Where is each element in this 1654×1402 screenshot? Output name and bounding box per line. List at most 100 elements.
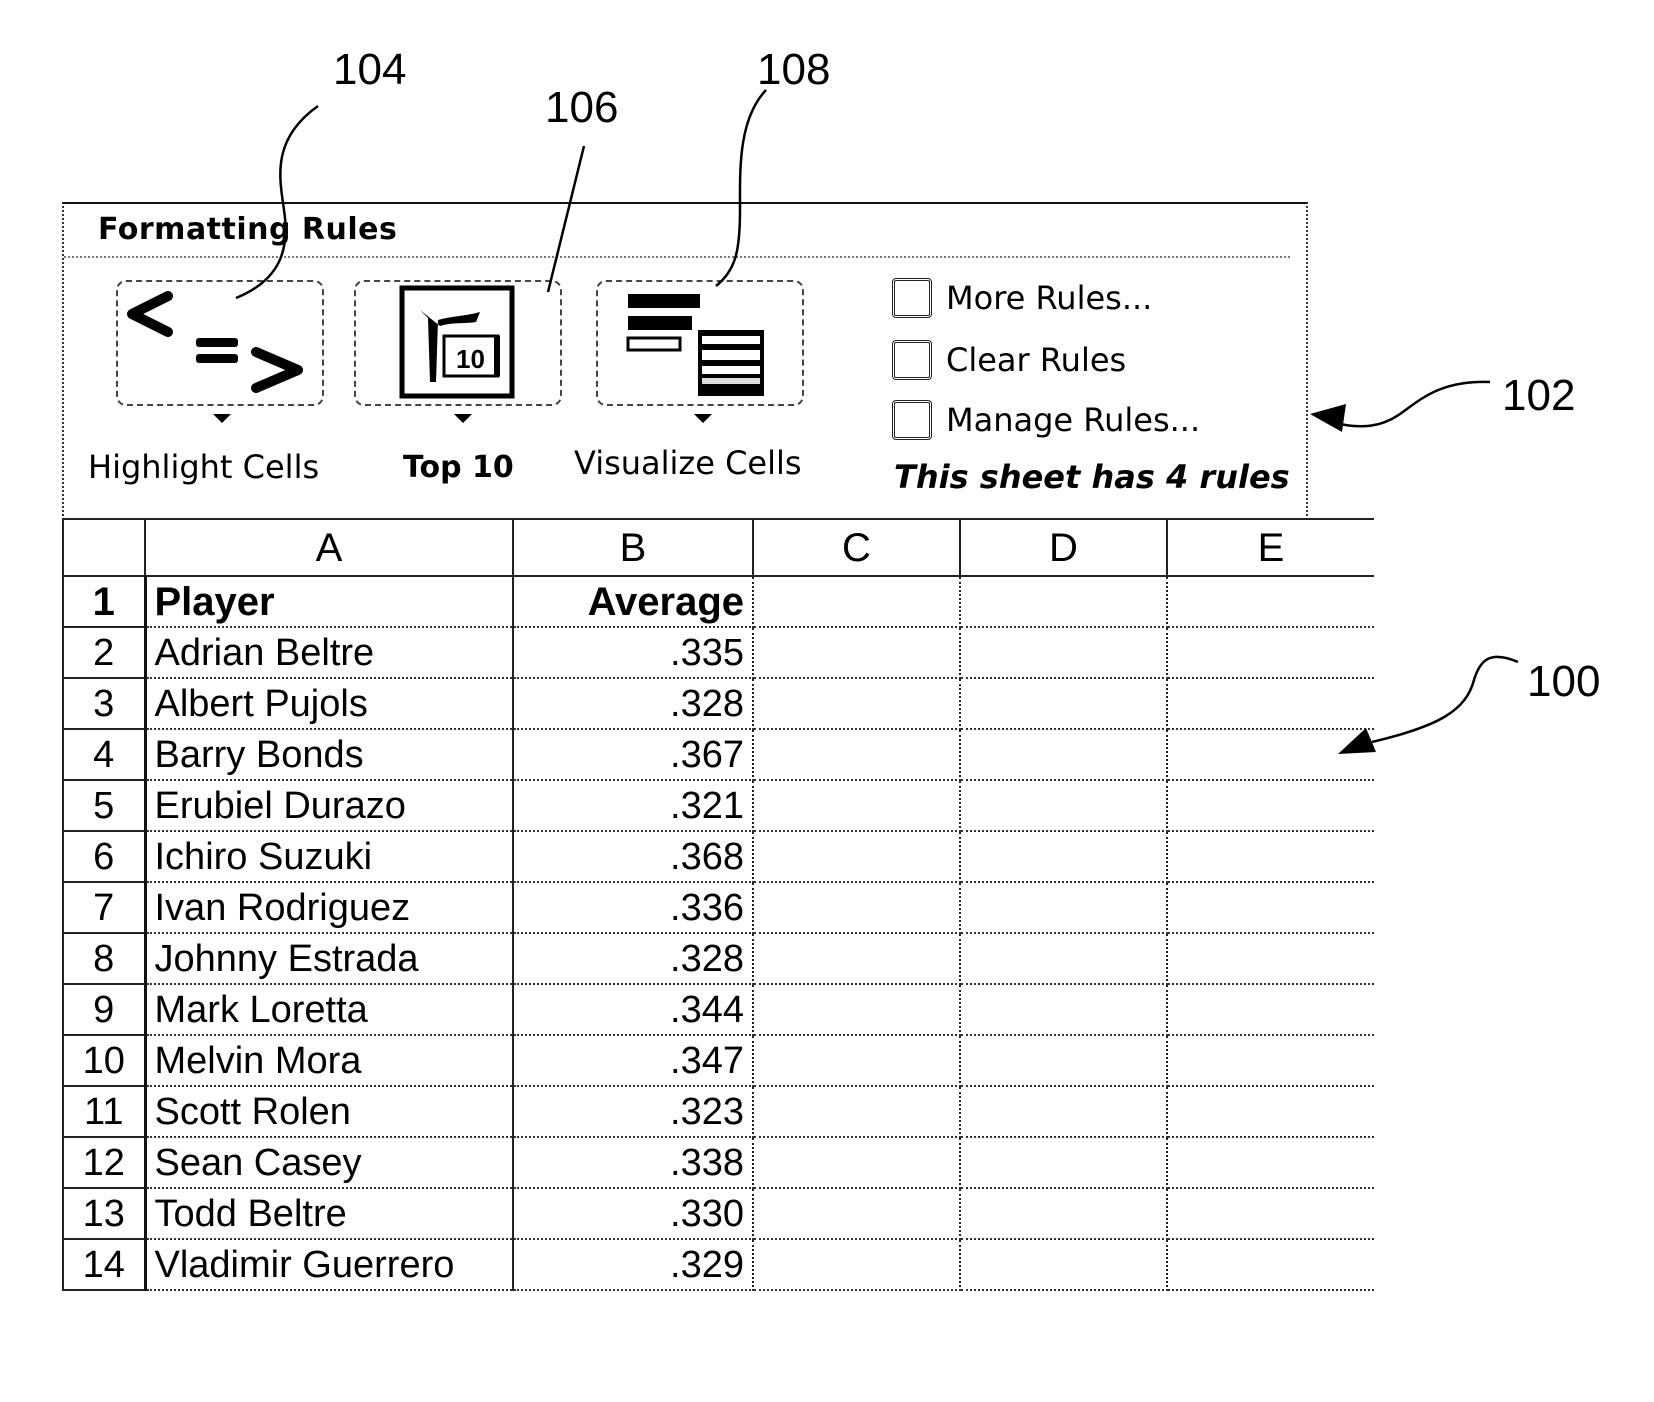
- cell-average[interactable]: .328: [512, 677, 754, 730]
- cell-c[interactable]: [752, 932, 961, 985]
- cell-e[interactable]: [1166, 728, 1374, 781]
- row-number[interactable]: 10: [62, 1034, 147, 1087]
- cell-e[interactable]: [1166, 1238, 1374, 1291]
- cell-average[interactable]: Average: [512, 575, 754, 628]
- cell-d[interactable]: [959, 1136, 1168, 1189]
- cell-e[interactable]: [1166, 677, 1374, 730]
- row-number[interactable]: 8: [62, 932, 147, 985]
- highlight-cells-dropdown-arrow[interactable]: [213, 414, 231, 423]
- cell-e[interactable]: [1166, 575, 1374, 628]
- cell-d[interactable]: [959, 1034, 1168, 1087]
- cell-average[interactable]: .323: [512, 1085, 754, 1138]
- row-number[interactable]: 7: [62, 881, 147, 934]
- cell-player[interactable]: Adrian Beltre: [144, 626, 514, 679]
- cell-e[interactable]: [1166, 779, 1374, 832]
- row-number[interactable]: 14: [62, 1238, 147, 1291]
- cell-d[interactable]: [959, 677, 1168, 730]
- cell-c[interactable]: [752, 983, 961, 1036]
- row-number[interactable]: 5: [62, 779, 147, 832]
- cell-average[interactable]: .330: [512, 1187, 754, 1240]
- title-divider: [64, 256, 1290, 258]
- cell-average[interactable]: .336: [512, 881, 754, 934]
- cell-e[interactable]: [1166, 983, 1374, 1036]
- highlight-cells-button[interactable]: [116, 280, 324, 406]
- row-number[interactable]: 11: [62, 1085, 147, 1138]
- cell-c[interactable]: [752, 1034, 961, 1087]
- cell-e[interactable]: [1166, 1136, 1374, 1189]
- cell-c[interactable]: [752, 1187, 961, 1240]
- cell-d[interactable]: [959, 881, 1168, 934]
- cell-e[interactable]: [1166, 881, 1374, 934]
- cell-average[interactable]: .367: [512, 728, 754, 781]
- row-number[interactable]: 9: [62, 983, 147, 1036]
- cell-c[interactable]: [752, 1085, 961, 1138]
- top-10-dropdown-arrow[interactable]: [454, 414, 472, 423]
- more-rules-button[interactable]: More Rules...: [892, 278, 1152, 318]
- cell-d[interactable]: [959, 575, 1168, 628]
- cell-player[interactable]: Erubiel Durazo: [144, 779, 514, 832]
- cell-e[interactable]: [1166, 932, 1374, 985]
- clear-rules-button[interactable]: Clear Rules: [892, 340, 1126, 380]
- column-header-c[interactable]: C: [752, 518, 961, 577]
- cell-player[interactable]: Albert Pujols: [144, 677, 514, 730]
- cell-e[interactable]: [1166, 626, 1374, 679]
- cell-d[interactable]: [959, 1187, 1168, 1240]
- cell-average[interactable]: .328: [512, 932, 754, 985]
- cell-c[interactable]: [752, 728, 961, 781]
- cell-d[interactable]: [959, 626, 1168, 679]
- column-header-e[interactable]: E: [1166, 518, 1374, 577]
- cell-d[interactable]: [959, 983, 1168, 1036]
- cell-d[interactable]: [959, 728, 1168, 781]
- cell-c[interactable]: [752, 830, 961, 883]
- cell-player[interactable]: Melvin Mora: [144, 1034, 514, 1087]
- cell-c[interactable]: [752, 779, 961, 832]
- column-header-a[interactable]: A: [144, 518, 514, 577]
- visualize-cells-dropdown-arrow[interactable]: [694, 414, 712, 423]
- cell-average[interactable]: .347: [512, 1034, 754, 1087]
- cell-d[interactable]: [959, 779, 1168, 832]
- row-number[interactable]: 1: [62, 575, 147, 628]
- cell-e[interactable]: [1166, 830, 1374, 883]
- cell-d[interactable]: [959, 932, 1168, 985]
- cell-player[interactable]: Todd Beltre: [144, 1187, 514, 1240]
- cell-c[interactable]: [752, 1238, 961, 1291]
- cell-c[interactable]: [752, 677, 961, 730]
- row-number[interactable]: 4: [62, 728, 147, 781]
- cell-d[interactable]: [959, 830, 1168, 883]
- cell-d[interactable]: [959, 1085, 1168, 1138]
- row-number[interactable]: 12: [62, 1136, 147, 1189]
- cell-player[interactable]: Scott Rolen: [144, 1085, 514, 1138]
- cell-average[interactable]: .338: [512, 1136, 754, 1189]
- manage-rules-button[interactable]: Manage Rules...: [892, 400, 1200, 440]
- cell-c[interactable]: [752, 626, 961, 679]
- top-10-button[interactable]: 10: [354, 280, 562, 406]
- row-number[interactable]: 3: [62, 677, 147, 730]
- cell-player[interactable]: Sean Casey: [144, 1136, 514, 1189]
- cell-player[interactable]: Vladimir Guerrero: [144, 1238, 514, 1291]
- cell-player[interactable]: Johnny Estrada: [144, 932, 514, 985]
- cell-d[interactable]: [959, 1238, 1168, 1291]
- cell-average[interactable]: .335: [512, 626, 754, 679]
- select-all-corner[interactable]: [62, 518, 146, 577]
- cell-c[interactable]: [752, 881, 961, 934]
- cell-average[interactable]: .321: [512, 779, 754, 832]
- cell-player[interactable]: Barry Bonds: [144, 728, 514, 781]
- row-number[interactable]: 6: [62, 830, 147, 883]
- visualize-cells-button[interactable]: [596, 280, 804, 406]
- cell-player[interactable]: Mark Loretta: [144, 983, 514, 1036]
- cell-e[interactable]: [1166, 1085, 1374, 1138]
- cell-player[interactable]: Player: [144, 575, 514, 628]
- cell-player[interactable]: Ichiro Suzuki: [144, 830, 514, 883]
- column-header-d[interactable]: D: [959, 518, 1168, 577]
- column-header-b[interactable]: B: [512, 518, 754, 577]
- cell-e[interactable]: [1166, 1034, 1374, 1087]
- cell-average[interactable]: .368: [512, 830, 754, 883]
- cell-c[interactable]: [752, 1136, 961, 1189]
- row-number[interactable]: 2: [62, 626, 147, 679]
- row-number[interactable]: 13: [62, 1187, 147, 1240]
- cell-player[interactable]: Ivan Rodriguez: [144, 881, 514, 934]
- cell-average[interactable]: .344: [512, 983, 754, 1036]
- cell-c[interactable]: [752, 575, 961, 628]
- cell-e[interactable]: [1166, 1187, 1374, 1240]
- cell-average[interactable]: .329: [512, 1238, 754, 1291]
